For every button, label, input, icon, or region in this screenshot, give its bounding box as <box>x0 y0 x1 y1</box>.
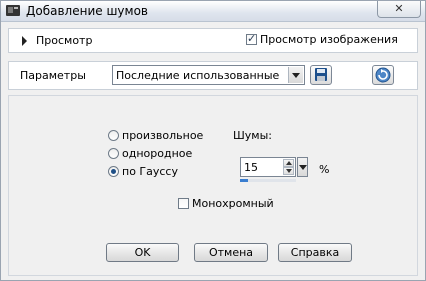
app-icon <box>6 5 20 16</box>
ok-button[interactable]: OK <box>106 243 179 262</box>
noise-slider-fill <box>240 179 248 182</box>
preview-panel: Просмотр ✓ Просмотр изображения <box>8 28 418 53</box>
noise-slider[interactable] <box>240 179 296 182</box>
help-button[interactable]: Справка <box>278 243 352 262</box>
noise-amount-input[interactable]: 15 <box>240 157 296 177</box>
chevron-up-icon[interactable] <box>283 159 294 167</box>
params-panel: Параметры Последние использованные <box>8 61 418 90</box>
monochrome-label[interactable]: Монохромный <box>192 197 274 210</box>
preset-value: Последние использованные <box>116 69 280 82</box>
noise-amount-value: 15 <box>244 161 258 174</box>
percent-unit: % <box>319 163 330 176</box>
preset-select[interactable]: Последние использованные <box>112 65 305 85</box>
radio-uniform[interactable] <box>108 148 119 159</box>
title-bar[interactable]: Добавление шумов ✕ <box>1 1 425 22</box>
radio-arbitrary-label[interactable]: произвольное <box>122 129 203 142</box>
preview-image-checkbox[interactable]: ✓ <box>246 32 257 45</box>
reset-arrow-icon <box>375 67 391 83</box>
save-preset-button[interactable] <box>310 65 332 85</box>
noise-label: Шумы: <box>233 129 272 142</box>
options-panel: произвольное однородное по Гауссу Шумы: … <box>8 95 418 276</box>
params-label: Параметры <box>20 69 86 82</box>
window-title: Добавление шумов <box>26 4 148 18</box>
noise-dropdown-button[interactable] <box>297 157 308 177</box>
preview-image-label[interactable]: Просмотр изображения <box>260 33 398 46</box>
radio-uniform-label[interactable]: однородное <box>122 147 192 160</box>
radio-gaussian[interactable] <box>108 166 119 177</box>
preview-label[interactable]: Просмотр <box>36 34 92 47</box>
close-button[interactable]: ✕ <box>377 1 421 18</box>
reset-button[interactable] <box>372 65 394 85</box>
cancel-button[interactable]: Отмена <box>194 243 268 262</box>
noise-stepper[interactable] <box>283 159 294 175</box>
dialog-window: Добавление шумов ✕ Просмотр ✓ Просмотр и… <box>0 0 426 281</box>
checkmark-icon: ✓ <box>247 32 257 45</box>
expand-triangle-icon[interactable] <box>22 36 27 46</box>
radio-gaussian-label[interactable]: по Гауссу <box>122 165 178 178</box>
radio-arbitrary[interactable] <box>108 130 119 141</box>
chevron-down-icon[interactable] <box>288 67 303 83</box>
monochrome-checkbox[interactable] <box>178 198 189 209</box>
chevron-down-icon[interactable] <box>283 167 294 175</box>
floppy-disk-icon <box>315 68 327 81</box>
